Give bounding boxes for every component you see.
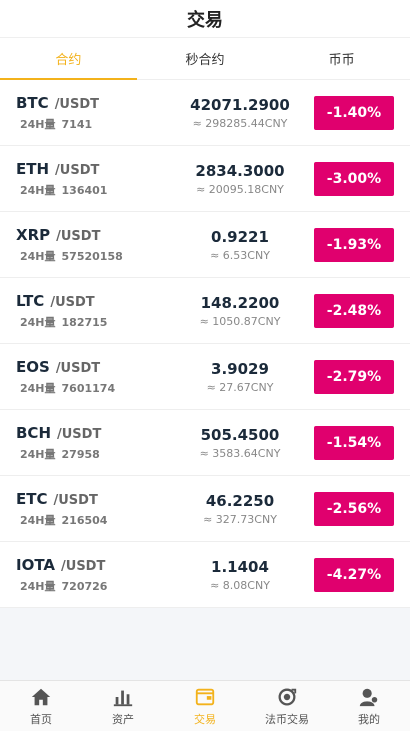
nav-label: 资产 [112,712,134,726]
change-badge[interactable]: -2.79% [314,359,394,394]
nav-mine[interactable]: 我的 [328,681,410,731]
volume-value: 7601174 [61,381,116,395]
last-price: 1.1404 [211,557,269,576]
change-badge[interactable]: -2.48% [314,293,394,328]
quote-currency: /USDT [55,360,101,376]
volume-value: 182715 [61,315,108,329]
market-row-xrp[interactable]: XRP /USDT 24H量 57520158 0.9221 ≈ 6.53CNY … [0,212,410,278]
tab-contract[interactable]: 合约 [0,38,137,80]
cny-price: ≈ 20095.18CNY [196,182,284,196]
home-icon [31,688,51,705]
quote-currency: /USDT [54,96,100,112]
nav-label: 交易 [194,712,216,726]
quote-currency: /USDT [55,162,100,178]
volume-label: 24H量 [20,381,56,395]
tab-bar: 合约 秒合约 币币 [0,38,410,80]
volume-label: 24H量 [20,579,56,593]
tab-spot[interactable]: 币币 [273,38,410,79]
nav-label: 法币交易 [265,712,309,726]
nav-fiat[interactable]: 法币交易 [246,681,328,731]
volume-label: 24H量 [20,447,56,461]
volume-label: 24H量 [20,315,56,329]
volume-value: 720726 [61,579,108,593]
symbol: ETC [16,489,48,508]
tab-second-contract[interactable]: 秒合约 [137,38,274,79]
change-badge[interactable]: -1.93% [314,227,394,262]
market-row-iota[interactable]: IOTA /USDT 24H量 720726 1.1404 ≈ 8.08CNY -… [0,542,410,608]
empty-area [0,608,410,680]
header: 交易 [0,0,410,38]
nav-home[interactable]: 首页 [0,681,82,731]
cny-price: ≈ 27.67CNY [206,380,274,394]
market-row-eth[interactable]: ETH /USDT 24H量 136401 2834.3000 ≈ 20095.1… [0,146,410,212]
last-price: 0.9221 [211,227,269,246]
cny-price: ≈ 8.08CNY [210,578,270,592]
market-row-etc[interactable]: ETC /USDT 24H量 216504 46.2250 ≈ 327.73CNY… [0,476,410,542]
change-badge[interactable]: -1.40% [314,95,394,130]
quote-currency: /USDT [56,228,101,244]
market-row-bch[interactable]: BCH /USDT 24H量 27958 505.4500 ≈ 3583.64CN… [0,410,410,476]
assets-icon [113,690,133,706]
volume-value: 216504 [61,513,108,527]
bottom-nav: 首页 资产 交易 法币交易 我的 [0,680,410,731]
quote-currency: /USDT [53,492,98,508]
last-price: 505.4500 [200,425,280,444]
cny-price: ≈ 1050.87CNY [199,314,281,328]
symbol: BCH [16,423,51,442]
last-price: 42071.2900 [190,95,290,114]
last-price: 3.9029 [211,359,269,378]
volume-value: 57520158 [61,249,123,263]
change-badge[interactable]: -4.27% [314,557,394,592]
change-badge[interactable]: -2.56% [314,491,394,526]
change-badge[interactable]: -3.00% [314,161,394,196]
cny-price: ≈ 298285.44CNY [192,116,288,130]
last-price: 148.2200 [200,293,280,312]
symbol: IOTA [16,555,56,574]
volume-label: 24H量 [20,249,56,263]
volume-label: 24H量 [20,513,56,527]
cny-price: ≈ 327.73CNY [203,512,277,526]
symbol: BTC [16,93,49,112]
user-icon [359,688,378,706]
volume-label: 24H量 [20,183,56,197]
volume-value: 136401 [61,183,108,197]
nav-assets[interactable]: 资产 [82,681,164,731]
market-list: BTC /USDT 24H量 7141 42071.2900 ≈ 298285.4… [0,80,410,608]
market-row-btc[interactable]: BTC /USDT 24H量 7141 42071.2900 ≈ 298285.4… [0,80,410,146]
market-row-ltc[interactable]: LTC /USDT 24H量 182715 148.2200 ≈ 1050.87C… [0,278,410,344]
symbol: EOS [16,357,50,376]
symbol: ETH [16,159,50,178]
trade-icon [195,688,215,705]
nav-label: 首页 [30,712,52,726]
volume-value: 7141 [61,117,93,131]
volume-value: 27958 [61,447,100,461]
fiat-icon [278,688,297,705]
change-badge[interactable]: -1.54% [314,425,394,460]
quote-currency: /USDT [57,426,102,442]
quote-currency: /USDT [61,558,106,574]
nav-trade[interactable]: 交易 [164,681,246,731]
symbol: XRP [16,225,51,244]
cny-price: ≈ 6.53CNY [210,248,270,262]
last-price: 2834.3000 [195,161,285,180]
nav-label: 我的 [358,712,380,726]
market-row-eos[interactable]: EOS /USDT 24H量 7601174 3.9029 ≈ 27.67CNY … [0,344,410,410]
last-price: 46.2250 [205,491,275,510]
cny-price: ≈ 3583.64CNY [199,446,281,460]
volume-label: 24H量 [20,117,56,131]
page-title: 交易 [187,9,223,31]
quote-currency: /USDT [50,294,95,310]
symbol: LTC [16,291,45,310]
